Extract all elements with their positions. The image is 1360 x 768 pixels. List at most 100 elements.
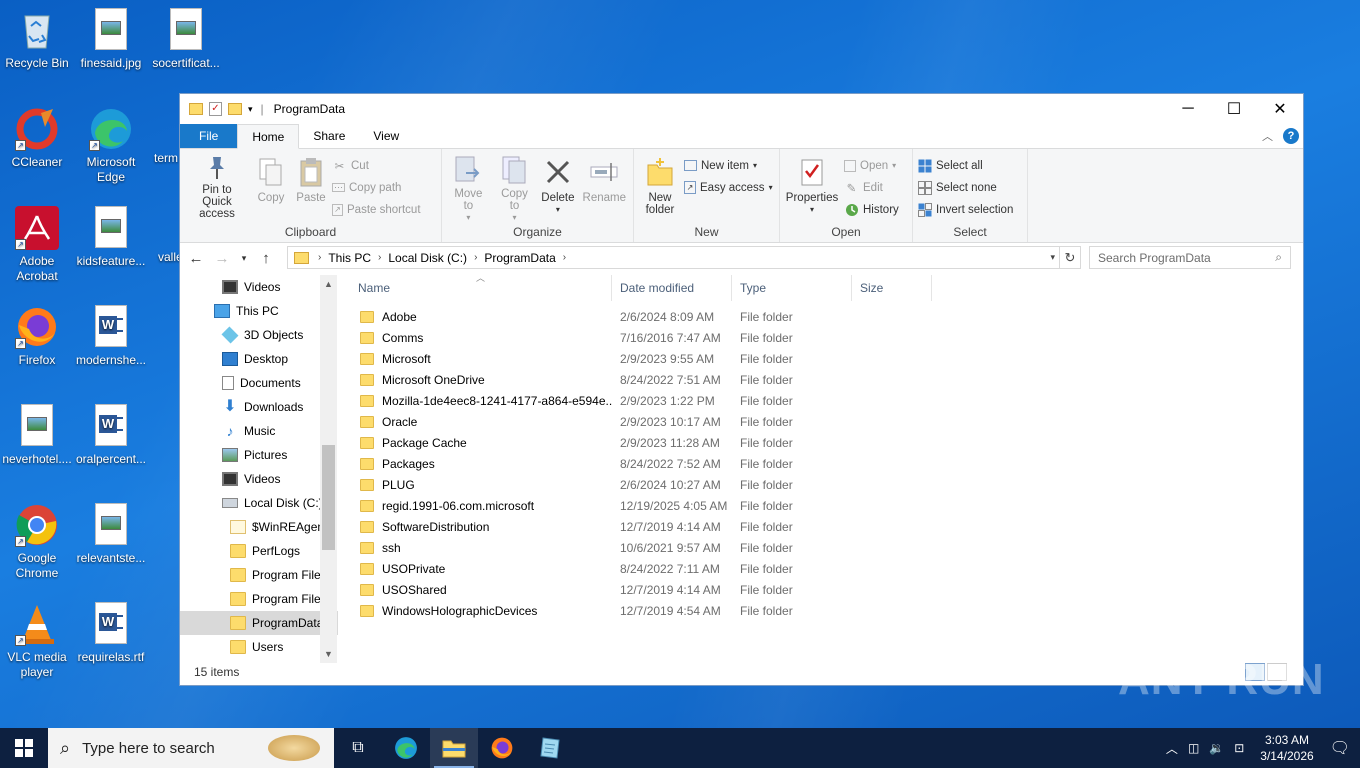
recent-locations-chevron-icon[interactable]: ▾	[238, 253, 250, 264]
refresh-icon[interactable]: ↻	[1060, 246, 1081, 269]
desktop-icon-edge[interactable]: ↗ Microsoft Edge	[74, 107, 148, 185]
start-button[interactable]	[0, 728, 48, 768]
open-button[interactable]: Open ▾	[844, 157, 899, 174]
show-hidden-icons-chevron-icon[interactable]: ︿	[1166, 740, 1178, 757]
select-all-button[interactable]: Select all	[917, 157, 1023, 174]
file-row[interactable]: Packages 8/24/2022 7:52 AM File folder	[350, 453, 852, 474]
nav-item-pictures[interactable]: Pictures	[180, 443, 338, 467]
paste-button[interactable]: Paste	[292, 153, 330, 221]
file-row[interactable]: Adobe 2/6/2024 8:09 AM File folder	[350, 306, 852, 327]
collapse-ribbon-icon[interactable]: ︿	[1262, 128, 1273, 144]
clock[interactable]: 3:03 AM 3/14/2026	[1254, 732, 1319, 764]
taskbar-search-box[interactable]: ⌕ Type here to search	[48, 728, 334, 768]
volume-icon[interactable]: 🔉	[1209, 741, 1224, 755]
file-row[interactable]: regid.1991-06.com.microsoft 12/19/2025 4:…	[350, 495, 852, 516]
breadcrumb-chevron-icon[interactable]: ›	[560, 252, 569, 263]
file-row[interactable]: ssh 10/6/2021 9:57 AM File folder	[350, 537, 852, 558]
copy-to-button[interactable]: Copy to ▾	[493, 153, 537, 222]
breadcrumb-this-pc[interactable]: This PC	[324, 251, 375, 265]
nav-item-programdata[interactable]: ProgramData	[180, 611, 338, 635]
column-header-date-modified[interactable]: Date modified	[612, 275, 732, 301]
breadcrumb-programdata[interactable]: ProgramData	[480, 251, 559, 265]
desktop-icon-chrome[interactable]: ↗ Google Chrome	[0, 503, 74, 581]
file-row[interactable]: Mozilla-1de4eec8-1241-4177-a864-e594e...…	[350, 390, 852, 411]
breadcrumb-local-disk[interactable]: Local Disk (C:)	[384, 251, 471, 265]
nav-item-local-disk[interactable]: Local Disk (C:)	[180, 491, 338, 515]
column-header-name[interactable]: Name	[350, 275, 612, 301]
maximize-button[interactable]: ☐	[1211, 94, 1257, 124]
desktop-icon-relevantste[interactable]: relevantste...	[74, 503, 148, 566]
back-arrow-icon[interactable]: ←	[186, 250, 206, 267]
meet-now-icon[interactable]: ◫	[1188, 741, 1199, 755]
nav-item-program-files-x86[interactable]: Program Files	[180, 587, 338, 611]
nav-item-videos[interactable]: Videos	[180, 275, 338, 299]
file-row[interactable]: USOShared 12/7/2019 4:14 AM File folder	[350, 579, 852, 600]
file-row[interactable]: Package Cache 2/9/2023 11:28 AM File folde…	[350, 432, 852, 453]
file-row[interactable]: WindowsHolographicDevices 12/7/2019 4:54 …	[350, 600, 852, 621]
desktop-icon-vlc[interactable]: ↗ VLC media player	[0, 602, 74, 680]
desktop-icon-oralpercent[interactable]: W oralpercent...	[74, 404, 148, 467]
desktop-icon-valle[interactable]: valle	[148, 206, 180, 265]
nav-item-documents[interactable]: Documents	[180, 371, 338, 395]
new-folder-button[interactable]: New folder	[638, 153, 682, 218]
select-none-button[interactable]: Select none	[917, 179, 1023, 196]
pin-to-quick-access-button[interactable]: Pin to Quick access	[184, 153, 250, 221]
nav-item-winreagent[interactable]: $WinREAgent	[180, 515, 338, 539]
easy-access-button[interactable]: ↗ Easy access ▾	[684, 179, 773, 196]
scrollbar-thumb[interactable]	[322, 445, 335, 550]
taskbar-firefox[interactable]	[478, 728, 526, 768]
invert-selection-button[interactable]: Invert selection	[917, 201, 1023, 218]
network-icon[interactable]: ⊡	[1234, 741, 1244, 755]
desktop-icon-modernshe[interactable]: W modernshe...	[74, 305, 148, 368]
edit-button[interactable]: ✎ Edit	[844, 179, 899, 196]
delete-button[interactable]: Delete ▾	[538, 153, 577, 221]
new-folder-icon[interactable]	[228, 103, 242, 115]
desktop-icon-socertificat[interactable]: socertificat...	[149, 8, 223, 71]
taskbar-app[interactable]	[526, 728, 574, 768]
breadcrumb-chevron-icon[interactable]: ›	[375, 252, 384, 263]
cut-button[interactable]: ✂ Cut	[332, 157, 421, 174]
task-view-button[interactable]: ⧉	[334, 728, 382, 768]
help-icon[interactable]: ?	[1283, 128, 1299, 144]
address-history-dropdown-icon[interactable]: ▾	[1050, 252, 1059, 263]
nav-item-desktop[interactable]: Desktop	[180, 347, 338, 371]
nav-item-perflogs[interactable]: PerfLogs	[180, 539, 338, 563]
navigation-pane-scrollbar[interactable]: ▲ ▼	[320, 275, 337, 663]
up-arrow-icon[interactable]: ↑	[256, 250, 276, 267]
desktop-icon-recycle-bin[interactable]: Recycle Bin	[0, 8, 74, 71]
scroll-down-arrow-icon[interactable]: ▼	[320, 649, 337, 659]
column-header-size[interactable]: Size	[852, 275, 932, 301]
nav-item-users[interactable]: Users	[180, 635, 338, 659]
tab-file[interactable]: File	[180, 124, 238, 148]
copy-button[interactable]: Copy	[252, 153, 290, 221]
rename-button[interactable]: Rename	[580, 153, 629, 221]
tab-share[interactable]: Share	[299, 124, 359, 148]
new-item-button[interactable]: New item ▾	[684, 157, 773, 174]
file-row[interactable]: Oracle 2/9/2023 10:17 AM File folder	[350, 411, 852, 432]
desktop-icon-firefox[interactable]: ↗ Firefox	[0, 305, 74, 368]
nav-item-program-files[interactable]: Program Files	[180, 563, 338, 587]
desktop-icon-finesaid[interactable]: finesaid.jpg	[74, 8, 148, 71]
scroll-up-arrow-icon[interactable]: ▲	[320, 279, 337, 289]
move-to-button[interactable]: Move to ▾	[446, 153, 491, 222]
address-bar[interactable]: › This PC › Local Disk (C:) › ProgramDat…	[287, 246, 1060, 269]
file-row[interactable]: SoftwareDistribution 12/7/2019 4:14 AM Fil…	[350, 516, 852, 537]
desktop-icon-kidsfeature[interactable]: kidsfeature...	[74, 206, 148, 269]
taskbar-file-explorer[interactable]	[430, 728, 478, 768]
customize-dropdown-icon[interactable]: ▾	[248, 104, 253, 115]
properties-button[interactable]: Properties ▾	[784, 153, 840, 218]
desktop-icon-acrobat[interactable]: ↗ Adobe Acrobat	[0, 206, 74, 284]
file-row[interactable]: Comms 7/16/2016 7:47 AM File folder	[350, 327, 852, 348]
forward-arrow-icon[interactable]: →	[212, 250, 232, 267]
notifications-icon[interactable]: 🗨	[1330, 738, 1350, 758]
breadcrumb-chevron-icon[interactable]: ›	[315, 252, 324, 263]
file-row[interactable]: Microsoft OneDrive 8/24/2022 7:51 AM File …	[350, 369, 852, 390]
nav-item-downloads[interactable]: ⬇ Downloads	[180, 395, 338, 419]
file-row[interactable]: USOPrivate 8/24/2022 7:11 AM File folder	[350, 558, 852, 579]
paste-shortcut-button[interactable]: ↗ Paste shortcut	[332, 201, 421, 218]
properties-check-icon[interactable]: ✓	[209, 102, 222, 116]
file-row[interactable]: Microsoft 2/9/2023 9:55 AM File folder	[350, 348, 852, 369]
column-header-type[interactable]: Type	[732, 275, 852, 301]
tab-view[interactable]: View	[359, 124, 413, 148]
tab-home[interactable]: Home	[237, 124, 300, 149]
